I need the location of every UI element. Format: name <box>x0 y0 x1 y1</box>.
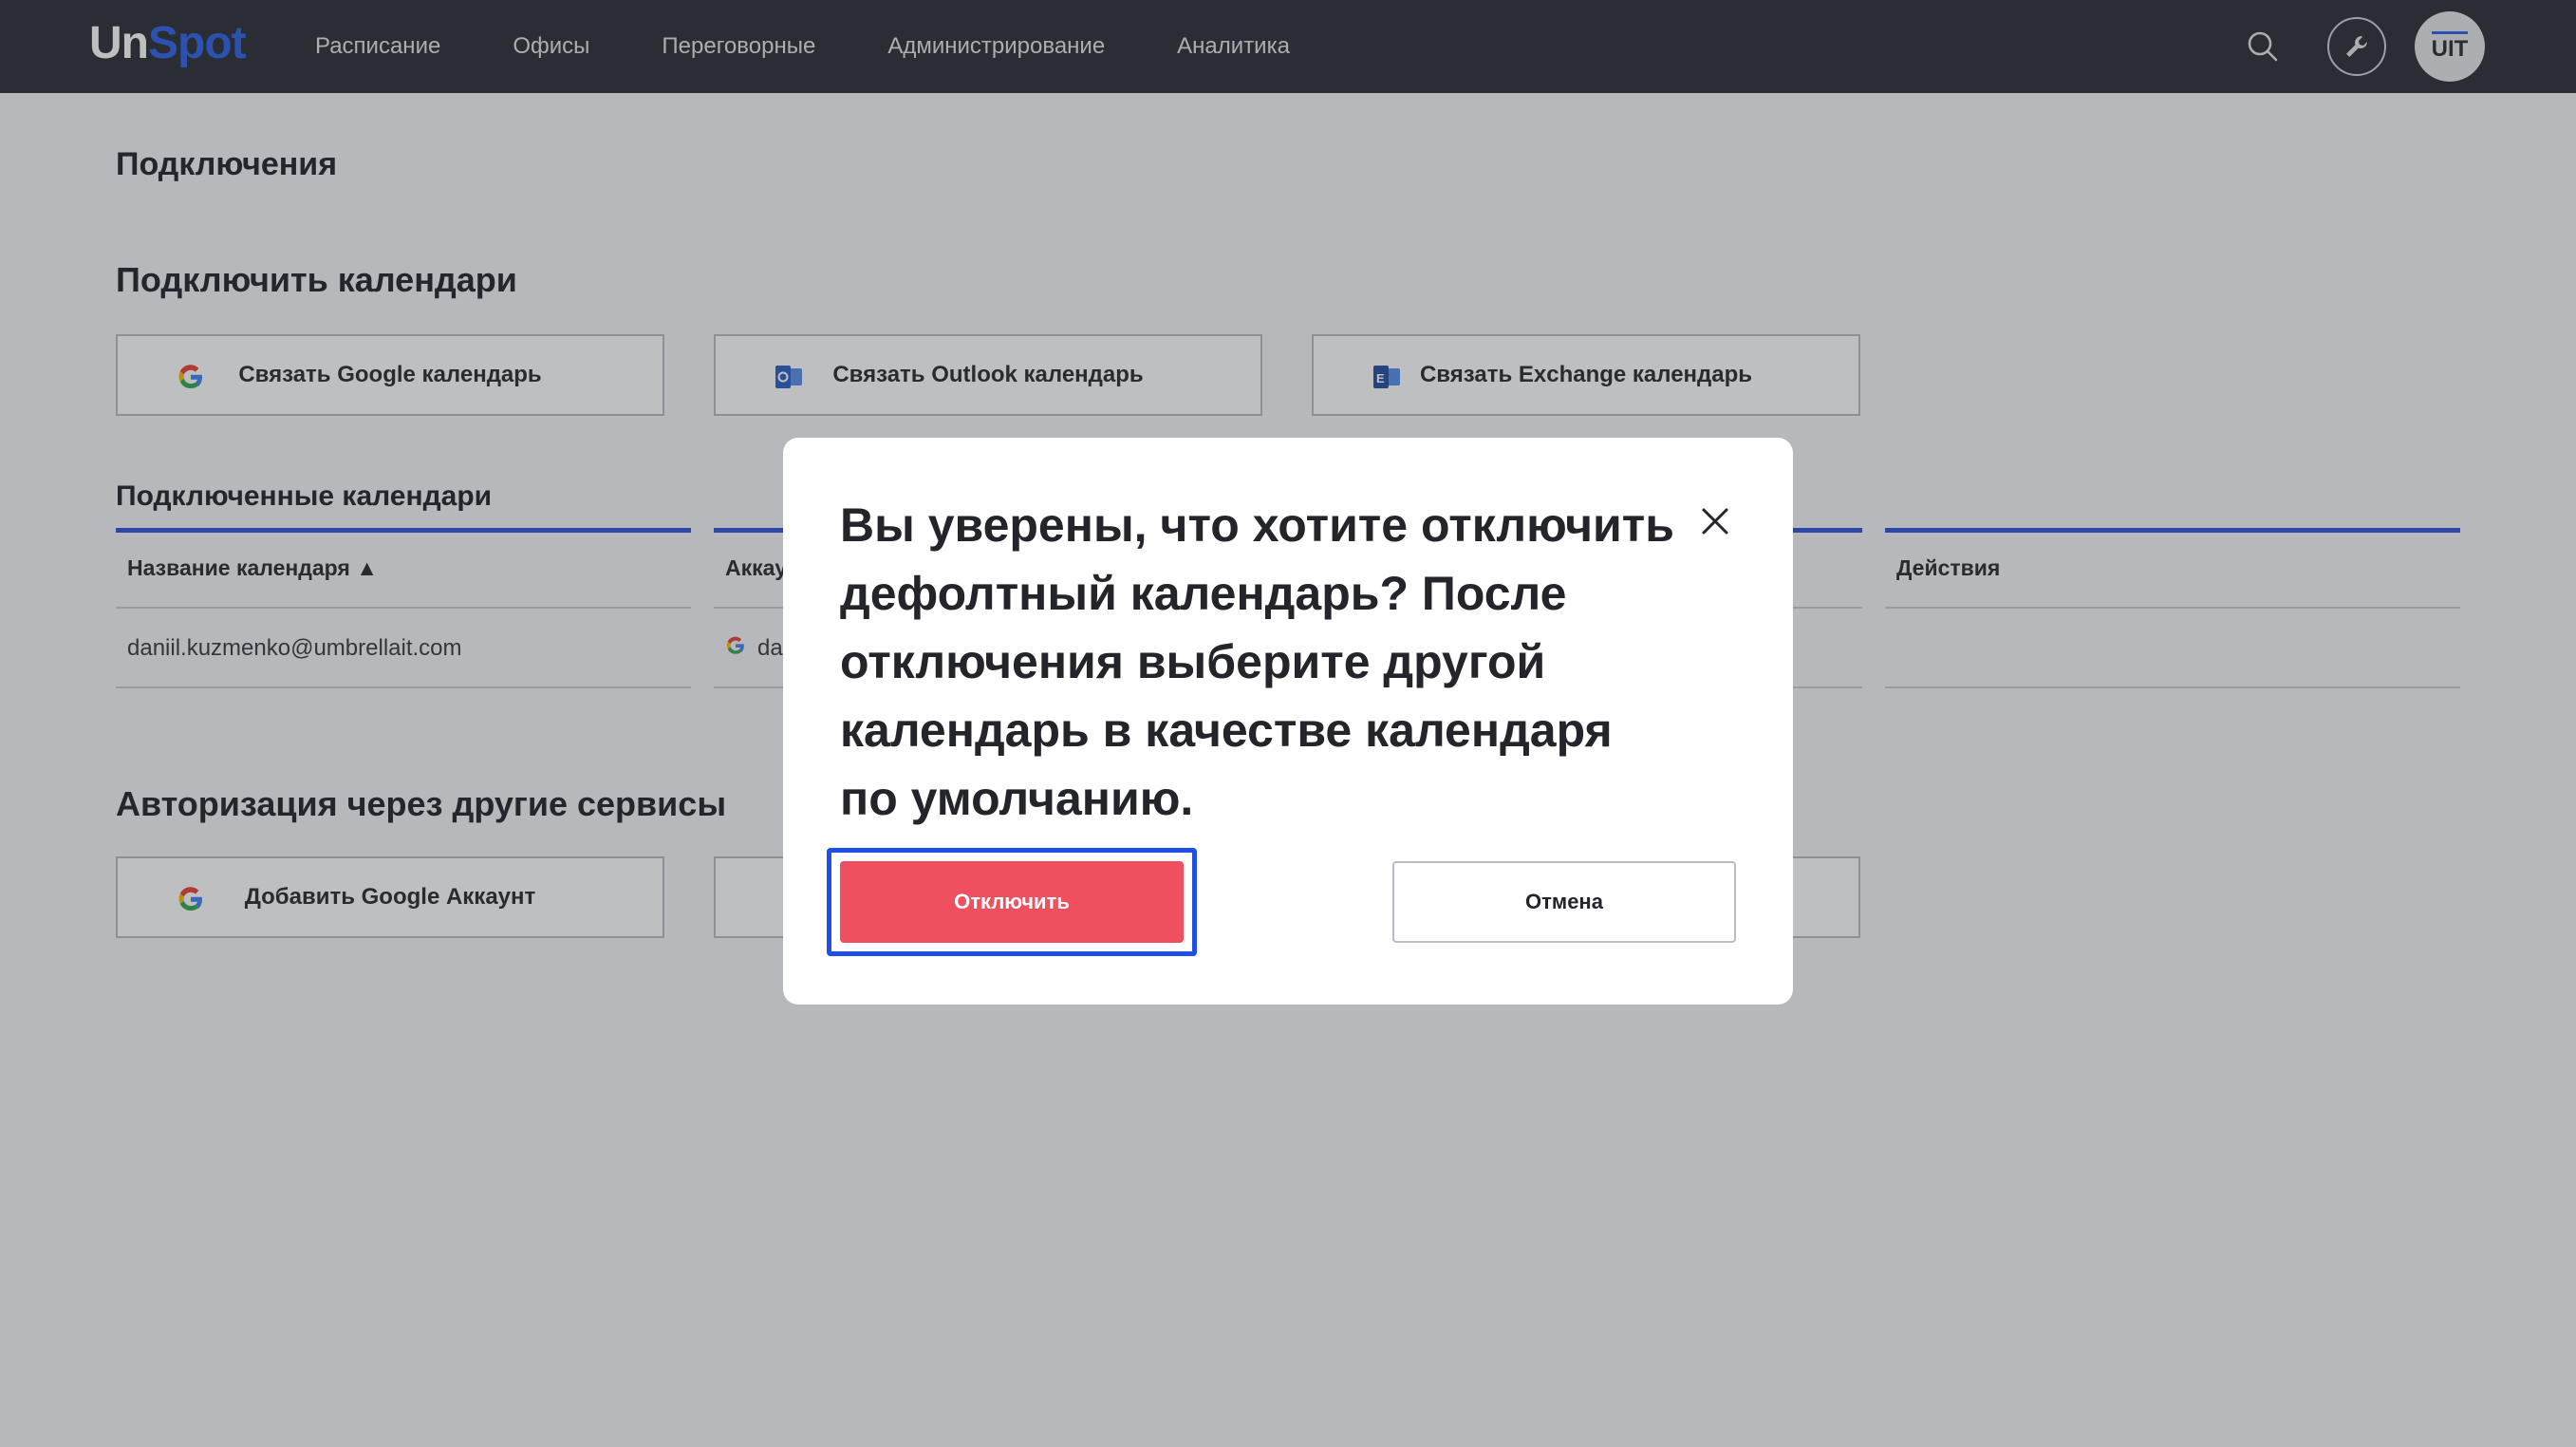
disconnect-button[interactable]: Отключить <box>840 861 1184 943</box>
close-icon[interactable] <box>1696 502 1734 540</box>
dialog-message: Вы уверены, что хотите отключить дефолтн… <box>840 498 1674 825</box>
cancel-button[interactable]: Отмена <box>1392 861 1736 943</box>
disconnect-confirm-dialog: Вы уверены, что хотите отключить дефолтн… <box>783 438 1793 1005</box>
